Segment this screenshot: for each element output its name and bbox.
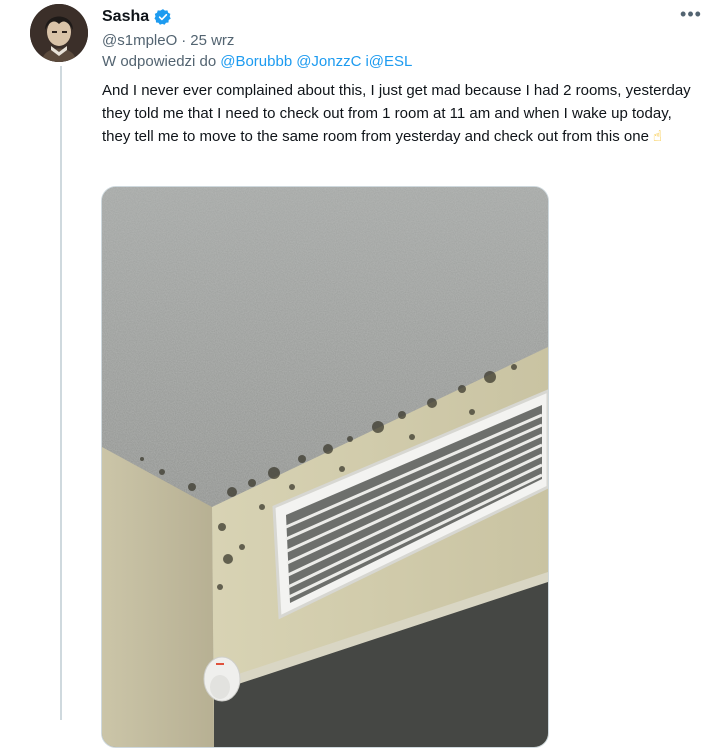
tweet-body: And I never ever complained about this, … (102, 82, 691, 145)
tweet-header: Sasha @s1mpleO · 25 wrz (102, 6, 700, 56)
reply-prefix: W odpowiedzi do (102, 53, 217, 70)
mention-esl[interactable]: i@ESL (365, 53, 412, 70)
mention-jonzzc[interactable]: @JonzzC (296, 53, 361, 70)
meta-row: @s1mpleO · 25 wrz (102, 32, 700, 49)
name-row: Sasha (102, 6, 700, 28)
user-handle[interactable]: @s1mpleO (102, 32, 177, 49)
tweet-media-photo[interactable] (101, 186, 549, 748)
thread-line (60, 66, 62, 720)
meta-separator: · (181, 32, 187, 49)
reply-context: W odpowiedzi do @Borubbb @JonzzC i@ESL (102, 53, 412, 70)
more-options-button[interactable]: ••• (674, 5, 708, 28)
mention-borubbb[interactable]: @Borubbb (220, 53, 292, 70)
display-name[interactable]: Sasha (102, 8, 149, 26)
pointing-up-emoji-icon: ☝ (652, 128, 663, 145)
tweet-date[interactable]: 25 wrz (190, 32, 234, 49)
ceiling-mold-photo-icon (102, 187, 548, 747)
verified-badge-icon (154, 8, 172, 26)
avatar[interactable] (30, 4, 88, 62)
tweet-text: And I never ever complained about this, … (102, 79, 702, 148)
